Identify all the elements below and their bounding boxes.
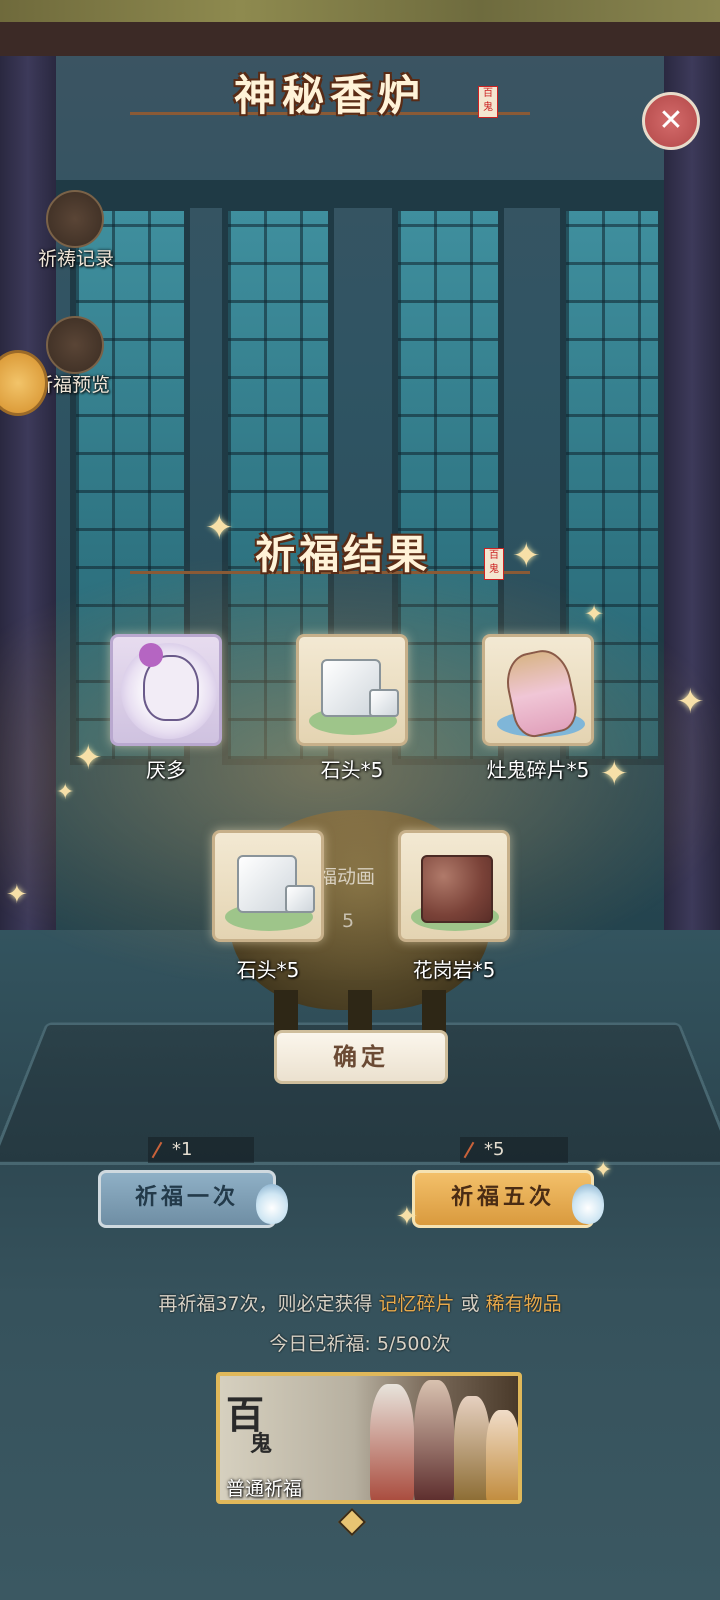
close-button[interactable]: ✕ [642,92,700,150]
result-title: 祈福结果 [255,532,431,578]
banner-label: 普通祈福 [226,1478,303,1500]
item-card-ghost-fragment[interactable] [482,634,594,746]
once-cost: *1 [172,1139,193,1160]
item-label: 石头*5 [320,758,384,782]
spirit-flame-icon [256,1184,288,1224]
sparkle-icon: ✦ [396,1202,418,1232]
sparkle-icon: ✦ [676,682,705,722]
small-stone-icon [285,885,315,913]
once-cost-tag: *1 [148,1137,254,1163]
confirm-button[interactable]: 确定 [274,1030,448,1084]
animation-label-partial: 福动画 [318,866,376,888]
normal-blessing-banner[interactable]: 百 鬼 普通祈福 [216,1372,522,1504]
ghost-figure [414,1380,454,1500]
pray-five-label: 祈福五次 [450,1185,555,1210]
sparkle-icon: ✦ [594,1158,613,1183]
banner-logo-char: 鬼 [250,1431,273,1457]
spirit-flame-icon [572,1184,604,1224]
hair-flower-icon [139,643,163,667]
top-band [0,22,720,56]
item-card-character[interactable] [110,634,222,746]
ghost-figure [370,1384,414,1500]
animation-number-partial: 5 [342,910,355,932]
reward-rare-item: 稀有物品 [485,1293,562,1315]
pity-info-or: 或 [460,1293,480,1315]
small-stone-icon [369,689,399,717]
incense-sticks-icon[interactable] [46,316,104,374]
incense-stick-icon [151,1141,163,1159]
item-label: 灶鬼碎片*5 [486,758,590,782]
prayer-record-button[interactable]: 祈祷记录 [38,244,114,271]
reward-memory-fragment: 记忆碎片 [378,1293,455,1315]
pity-info-prefix: 再祈福37次，则必定获得 [158,1293,373,1315]
sparkle-icon: ✦ [6,880,28,910]
item-label: 石头*5 [236,958,300,982]
incense-stick-icon [463,1141,475,1159]
pray-five-button[interactable]: 祈福五次 [412,1170,594,1228]
five-cost: *5 [484,1139,505,1160]
scroll-icon[interactable] [46,190,104,248]
sparkle-icon: ✦ [56,780,75,805]
item-card-stone[interactable] [212,830,324,942]
item-label: 花岗岩*5 [412,958,496,982]
ghost-figure [454,1396,490,1500]
sparkle-icon: ✦ [584,600,605,628]
ceiling-beam [56,180,664,208]
item-card-stone[interactable] [296,634,408,746]
granite-icon [421,855,493,923]
page-title: 神秘香炉 [233,71,426,120]
daily-count: 今日已祈福: 5/500次 [269,1333,451,1355]
pray-once-label: 祈福一次 [134,1185,239,1210]
result-seal: 百鬼 [484,548,504,580]
title-seal: 百鬼 [478,86,498,118]
item-card-granite[interactable] [398,830,510,942]
close-icon: ✕ [658,103,684,138]
pray-once-button[interactable]: 祈福一次 [98,1170,276,1228]
pity-info: 再祈福37次，则必定获得 记忆碎片 或 稀有物品 [0,1289,720,1316]
five-cost-tag: *5 [460,1137,568,1163]
sparkle-icon: ✦ [205,508,234,548]
top-scenery-strip [0,0,720,22]
sparkle-icon: ✦ [512,536,541,576]
title-banner: 神秘香炉 百鬼 [130,62,530,128]
ghost-figure [486,1410,518,1500]
item-label: 厌多 [146,758,186,782]
